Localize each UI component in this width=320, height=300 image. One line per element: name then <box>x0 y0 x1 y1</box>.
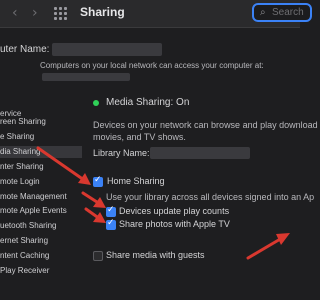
computer-name-label: uter Name: <box>0 44 50 55</box>
devices-update-label: Devices update play counts <box>119 206 230 216</box>
sidebar-item-service[interactable]: ntent Caching <box>0 250 82 262</box>
home-sharing-label: Home Sharing <box>107 176 165 186</box>
window-title: Sharing <box>80 5 125 19</box>
media-sharing-status: Media Sharing: On <box>106 97 190 108</box>
chevron-left-icon[interactable]: ‹ <box>12 5 18 21</box>
sidebar-item-service[interactable]: uetooth Sharing <box>0 220 82 232</box>
sidebar-item-service[interactable]: nter Sharing <box>0 161 82 173</box>
sidebar-item-service[interactable]: dia Sharing <box>0 145 82 158</box>
search-input[interactable]: Search <box>272 7 304 18</box>
computer-name-description: Computers on your local network can acce… <box>40 61 264 70</box>
title-bar: ‹ › Sharing ⌕ Search <box>0 0 312 28</box>
arrow-to-share-photos <box>84 207 106 223</box>
sidebar-item-service[interactable]: mote Login <box>0 176 82 188</box>
share-photos-label: Share photos with Apple TV <box>119 219 230 229</box>
search-field[interactable]: ⌕ Search <box>252 3 312 22</box>
computer-name-field[interactable] <box>52 43 162 56</box>
arrow-to-checkboxes <box>81 191 106 208</box>
grid-icon[interactable] <box>54 7 67 20</box>
services-list: reen Sharing e Sharing dia Sharing nter Sha… <box>0 116 82 286</box>
arrow-right-edge <box>246 233 290 260</box>
sidebar-item-service[interactable]: mote Management <box>0 191 82 203</box>
devices-update-checkbox[interactable] <box>106 205 116 217</box>
share-guests-label: Share media with guests <box>106 250 205 260</box>
home-sharing-checkbox[interactable] <box>93 175 103 187</box>
description-line-2: movies, and TV shows. <box>93 132 186 142</box>
sidebar-item-service[interactable]: Play Receiver <box>0 265 82 277</box>
status-indicator <box>93 100 99 106</box>
sidebar-item-service[interactable]: reen Sharing <box>0 116 82 128</box>
search-icon: ⌕ <box>260 7 266 18</box>
home-sharing-subtext: Use your library across all devices sign… <box>106 192 315 202</box>
media-sharing-description: Devices on your network can browse and p… <box>93 119 318 143</box>
chevron-right-icon[interactable]: › <box>32 5 38 21</box>
sidebar-item-service[interactable]: e Sharing <box>0 131 82 143</box>
share-photos-checkbox[interactable] <box>106 218 116 230</box>
description-line-1: Devices on your network can browse and p… <box>93 120 318 130</box>
sidebar-item-service[interactable]: ernet Sharing <box>0 235 82 247</box>
share-guests-checkbox[interactable] <box>93 251 103 261</box>
library-name-label: Library Name: <box>93 148 150 158</box>
library-name-field[interactable] <box>150 147 250 159</box>
sidebar-item-service[interactable]: mote Apple Events <box>0 205 82 217</box>
computer-address-redacted <box>42 73 130 81</box>
